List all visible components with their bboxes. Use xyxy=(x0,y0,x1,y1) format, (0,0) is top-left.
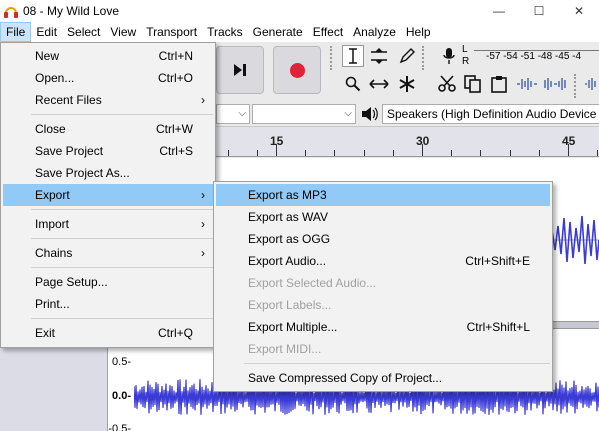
i-beam-icon xyxy=(349,48,357,64)
chevron-right-icon: › xyxy=(201,217,205,231)
menu-help[interactable]: Help xyxy=(401,22,436,42)
menu-item-export-wav[interactable]: Export as WAV xyxy=(216,206,550,228)
toolbar-grip-2[interactable] xyxy=(422,46,428,70)
audacity-logo-icon xyxy=(4,4,18,18)
time-shift-tool-button[interactable] xyxy=(368,73,390,95)
output-device-combo[interactable]: Speakers (High Definition Audio Device xyxy=(382,104,599,124)
export-submenu: Export as MP3 Export as WAV Export as OG… xyxy=(213,181,553,392)
magnifier-icon xyxy=(345,76,361,92)
scale-label: -0.5- xyxy=(108,423,131,431)
draw-tool-button[interactable] xyxy=(396,45,418,67)
skip-end-icon xyxy=(233,63,247,77)
toolbar-grip[interactable] xyxy=(330,46,336,70)
close-button[interactable]: ✕ xyxy=(559,0,599,22)
menu-effect[interactable]: Effect xyxy=(308,22,348,42)
menu-item-export-multiple[interactable]: Export Multiple... Ctrl+Shift+L xyxy=(216,316,550,338)
waveform-small-icon xyxy=(585,78,596,90)
minimize-button[interactable]: — xyxy=(479,0,519,22)
multi-tool-button[interactable] xyxy=(396,73,418,95)
chevron-right-icon: › xyxy=(201,93,205,107)
menu-item-exit[interactable]: Exit Ctrl+Q xyxy=(3,322,213,344)
menu-edit[interactable]: Edit xyxy=(31,22,62,42)
selection-tool-button[interactable] xyxy=(342,45,364,67)
scale-label: 0.5- xyxy=(112,356,131,368)
menu-item-print[interactable]: Print... xyxy=(3,293,213,315)
scissors-icon xyxy=(438,75,456,92)
menu-separator xyxy=(31,238,213,239)
window-title: 08 - My Wild Love xyxy=(23,4,120,18)
menu-item-recent-files[interactable]: Recent Files › xyxy=(3,89,213,111)
trim-icon xyxy=(517,78,537,90)
silence-audio-button[interactable] xyxy=(544,73,566,95)
menu-transport[interactable]: Transport xyxy=(141,22,202,42)
record-meter-button[interactable] xyxy=(438,45,460,67)
menu-separator xyxy=(244,363,550,364)
silence-icon xyxy=(544,78,566,90)
menu-item-chains[interactable]: Chains › xyxy=(3,242,213,264)
menu-item-import[interactable]: Import › xyxy=(3,213,213,235)
double-arrow-icon xyxy=(369,79,389,89)
menu-view[interactable]: View xyxy=(105,22,141,42)
meter-right-label: R xyxy=(462,56,470,67)
copy-button[interactable] xyxy=(462,73,484,95)
envelope-icon xyxy=(371,48,387,64)
speaker-icon xyxy=(362,107,378,121)
menu-separator xyxy=(31,209,213,210)
trim-audio-button[interactable] xyxy=(516,73,538,95)
skip-to-end-button[interactable] xyxy=(216,46,264,94)
file-menu: New Ctrl+N Open... Ctrl+O Recent Files › Cl… xyxy=(0,42,216,348)
menu-select[interactable]: Select xyxy=(62,22,105,42)
menu-item-export-ogg[interactable]: Export as OGG xyxy=(216,228,550,250)
clipboard-icon xyxy=(491,76,507,93)
chevron-right-icon: › xyxy=(201,246,205,260)
menu-item-export-labels: Export Labels... xyxy=(248,298,332,312)
menu-item-save-compressed-copy[interactable]: Save Compressed Copy of Project... xyxy=(216,367,550,389)
chevron-down-icon: ⌵ xyxy=(238,108,246,119)
menu-item-export-selected-audio: Export Selected Audio... xyxy=(248,276,377,290)
menu-item-export-mp3[interactable]: Export as MP3 xyxy=(216,184,550,206)
envelope-tool-button[interactable] xyxy=(368,45,390,67)
maximize-button[interactable]: ☐ xyxy=(519,0,559,22)
menu-analyze[interactable]: Analyze xyxy=(348,22,401,42)
menu-separator xyxy=(31,318,213,319)
meter-left-label: L xyxy=(462,44,468,55)
chevron-down-icon: ⌵ xyxy=(344,108,352,119)
microphone-icon xyxy=(443,48,455,64)
menu-generate[interactable]: Generate xyxy=(248,22,308,42)
chevron-right-icon: › xyxy=(201,188,205,202)
paste-button[interactable] xyxy=(488,73,510,95)
menu-separator xyxy=(31,114,213,115)
copy-icon xyxy=(464,75,481,93)
host-combo[interactable]: ⌵ xyxy=(216,104,250,124)
undo-button[interactable] xyxy=(580,73,599,95)
input-device-combo[interactable]: ⌵ xyxy=(252,104,356,124)
cut-button[interactable] xyxy=(436,73,458,95)
asterisk-icon xyxy=(399,76,415,92)
pencil-icon xyxy=(399,48,415,64)
record-button[interactable] xyxy=(273,46,321,94)
menu-separator xyxy=(31,267,213,268)
menu-item-page-setup[interactable]: Page Setup... xyxy=(3,271,213,293)
record-icon xyxy=(289,62,305,78)
menu-item-close[interactable]: Close Ctrl+W xyxy=(3,118,213,140)
menu-item-save-project[interactable]: Save Project Ctrl+S xyxy=(3,140,213,162)
meter-scale: -57 -54 -51 -48 -45 -4 xyxy=(486,51,582,62)
menu-item-export-audio[interactable]: Export Audio... Ctrl+Shift+E xyxy=(216,250,550,272)
menu-bar: File Edit Select View Transport Tracks G… xyxy=(0,22,599,42)
menu-item-export-midi: Export MIDI... xyxy=(248,342,322,356)
menu-item-save-project-as[interactable]: Save Project As... xyxy=(3,162,213,184)
title-bar: 08 - My Wild Love — ☐ ✕ xyxy=(0,0,599,22)
menu-item-open[interactable]: Open... Ctrl+O xyxy=(3,67,213,89)
menu-item-new[interactable]: New Ctrl+N xyxy=(3,45,213,67)
zoom-tool-button[interactable] xyxy=(342,73,364,95)
menu-tracks[interactable]: Tracks xyxy=(202,22,248,42)
menu-file[interactable]: File xyxy=(0,22,32,42)
scale-label: 0.0- xyxy=(112,390,131,402)
output-device-value: Speakers (High Definition Audio Device xyxy=(387,107,597,121)
menu-item-export[interactable]: Export › xyxy=(3,184,213,206)
